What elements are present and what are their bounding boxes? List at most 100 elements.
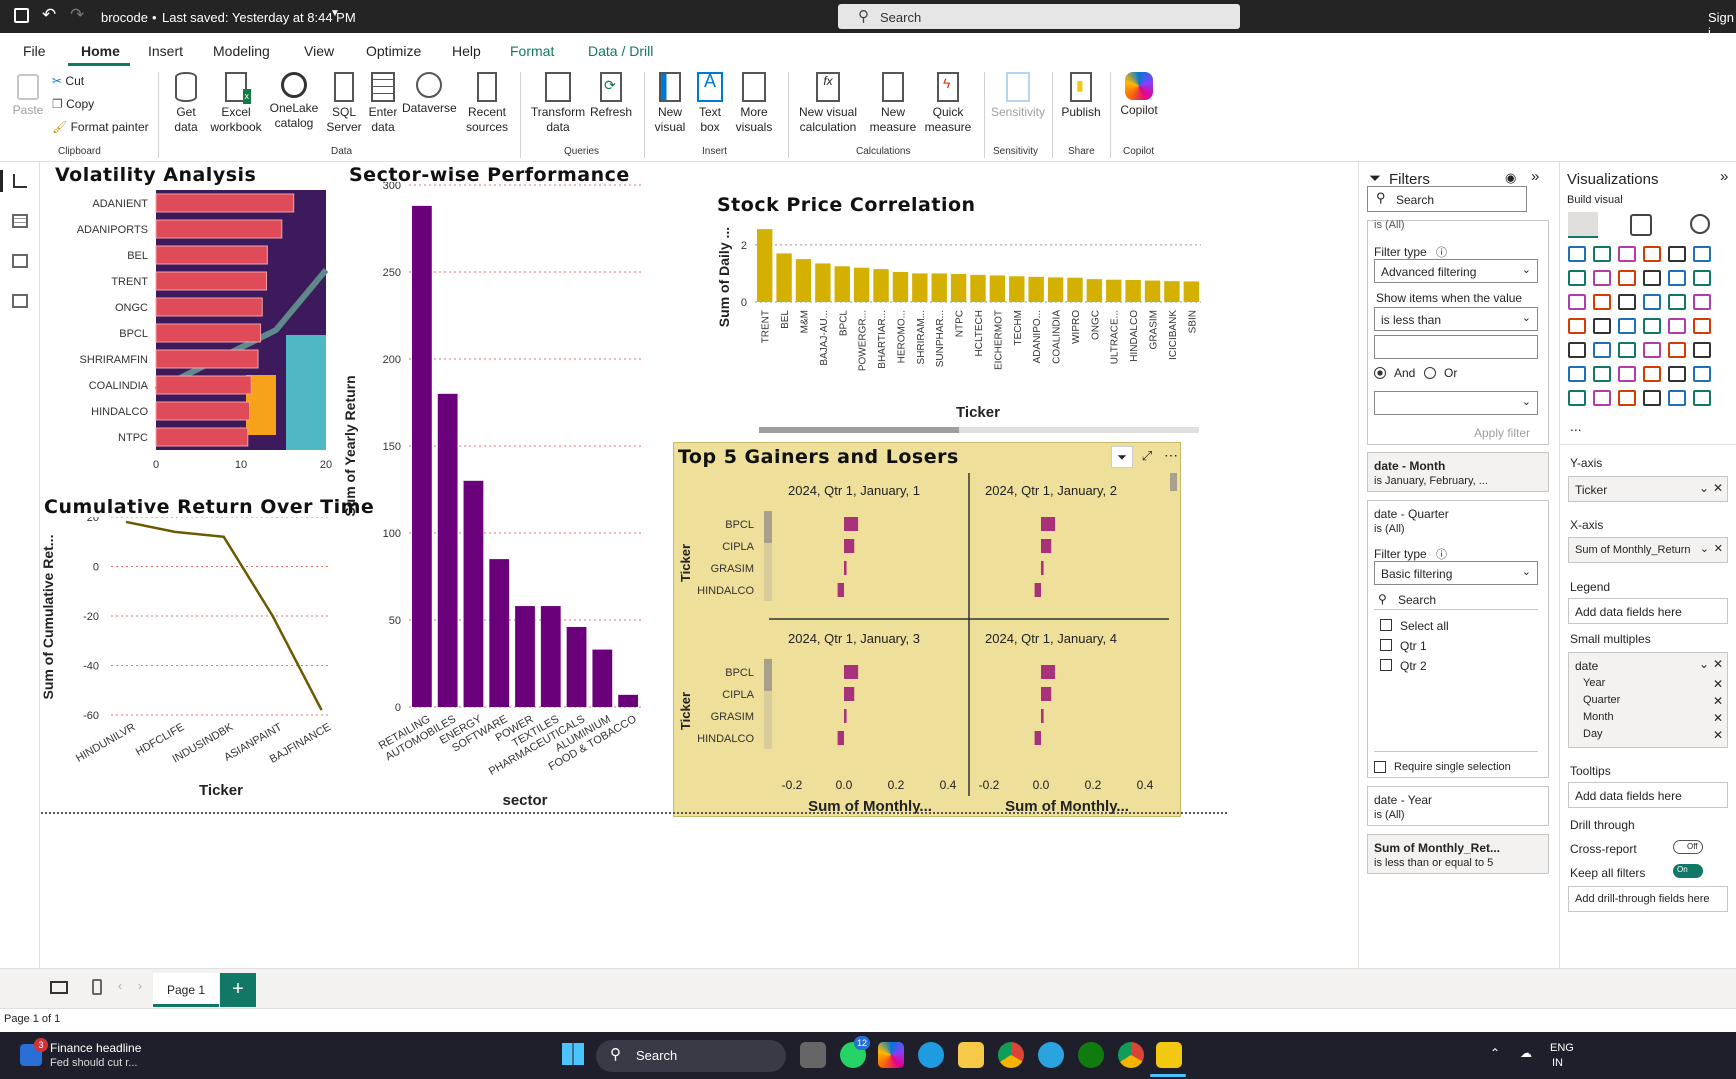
add-page-button[interactable]: + xyxy=(220,973,256,1007)
publish-button[interactable]: ▮ Publish xyxy=(1058,72,1104,120)
filter-card-month[interactable]: date - Month is January, February, ... xyxy=(1367,452,1549,492)
desktop-layout-icon[interactable] xyxy=(50,981,68,994)
expand-icon[interactable]: » xyxy=(1720,168,1728,185)
require-single-checkbox[interactable] xyxy=(1374,761,1386,773)
new-visual-button[interactable]: New visual xyxy=(650,72,690,135)
condition-select[interactable]: is less than ⌄ xyxy=(1374,307,1538,331)
visual-type-icon[interactable] xyxy=(1593,318,1611,334)
visual-type-icon[interactable] xyxy=(1693,246,1711,262)
second-condition-select[interactable]: ⌄ xyxy=(1374,391,1538,415)
visual-type-icon[interactable] xyxy=(1693,270,1711,286)
new-visual-calculation-button[interactable]: fx New visual calculation xyxy=(796,72,860,135)
and-radio[interactable] xyxy=(1374,367,1386,379)
visual-type-icon[interactable] xyxy=(1618,294,1636,310)
visual-type-icon[interactable] xyxy=(1593,246,1611,262)
report-view-icon[interactable] xyxy=(0,170,3,192)
onelake-catalog-button[interactable]: OneLake catalog xyxy=(268,72,320,131)
cross-report-toggle[interactable]: Off xyxy=(1673,840,1703,854)
copilot-button[interactable]: Copilot xyxy=(1116,72,1162,118)
tab-optimize[interactable]: Optimize xyxy=(366,43,421,59)
small-multiples-well[interactable]: date ⌄ ✕ Year ✕ Quarter ✕ Month ✕ Day ✕ xyxy=(1568,652,1728,748)
visual-type-icon[interactable] xyxy=(1643,342,1661,358)
visual-type-icon[interactable] xyxy=(1668,318,1686,334)
chrome-profile-icon[interactable] xyxy=(1118,1042,1144,1068)
filter-card-year[interactable]: date - Year is (All) xyxy=(1367,786,1549,826)
page-tab-page1[interactable]: Page 1 xyxy=(153,973,219,1007)
xbox-icon[interactable] xyxy=(1078,1042,1104,1068)
visual-type-icon[interactable] xyxy=(1668,342,1686,358)
tab-data-drill[interactable]: Data / Drill xyxy=(588,43,653,59)
visual-type-icon[interactable] xyxy=(1618,318,1636,334)
volatility-chart[interactable]: ADANIENT ADANIPORTS BEL TRENT ONGC BPCL SHRIRA… xyxy=(41,190,341,480)
filter-type-select[interactable]: Advanced filtering ⌄ xyxy=(1374,259,1538,283)
power-bi-icon[interactable] xyxy=(1156,1042,1182,1068)
visual-type-icon[interactable] xyxy=(1618,366,1636,382)
cut-button[interactable]: ✂ Cut xyxy=(52,74,84,88)
visual-type-icon[interactable] xyxy=(1618,270,1636,286)
tab-modeling[interactable]: Modeling xyxy=(213,43,270,59)
paste-button[interactable]: Paste xyxy=(10,74,46,118)
visual-type-icon[interactable] xyxy=(1668,366,1686,382)
filter-card-quarter[interactable]: date - Quarter is (All) Filter type ⓘ Ba… xyxy=(1367,500,1549,778)
tab-file[interactable]: File xyxy=(23,43,46,59)
correlation-chart[interactable]: 0 2 TRENT BEL M&M BAJAJ-AU... BPCL POWERGR... BH… xyxy=(671,217,1271,447)
search-input[interactable]: ⚲ Search xyxy=(838,4,1240,29)
chevron-down-icon[interactable]: ▼ xyxy=(330,8,340,19)
qtr2-checkbox[interactable] xyxy=(1380,659,1392,671)
taskbar-search[interactable]: ⚲ Search xyxy=(596,1040,786,1072)
focus-mode-icon[interactable]: ⤢ xyxy=(1136,446,1158,468)
more-visuals-button[interactable]: More visuals xyxy=(730,72,778,135)
visual-type-icon[interactable] xyxy=(1568,366,1586,382)
visual-type-icon[interactable] xyxy=(1693,390,1711,406)
visual-type-icon[interactable] xyxy=(1643,246,1661,262)
filter-card-sum-top[interactable]: is (All) Filter type ⓘ Advanced filterin… xyxy=(1367,219,1549,445)
tab-home[interactable]: Home xyxy=(81,43,120,59)
chrome-icon[interactable] xyxy=(998,1042,1024,1068)
filter-icon[interactable]: ⏷ xyxy=(1111,446,1133,468)
apply-filter-button[interactable]: Apply filter xyxy=(1474,426,1530,440)
format-painter-button[interactable]: 🖌 Format painter xyxy=(52,120,149,134)
close-icon[interactable]: ✕ xyxy=(1713,694,1723,708)
visual-type-icon[interactable] xyxy=(1618,246,1636,262)
enter-data-button[interactable]: Enter data xyxy=(366,72,400,135)
visual-type-icon[interactable] xyxy=(1568,318,1586,334)
undo-icon[interactable]: ↶ xyxy=(42,5,56,25)
saved-status[interactable]: Last saved: Yesterday at 8:44 PM xyxy=(162,10,356,25)
task-view-icon[interactable] xyxy=(800,1042,826,1068)
visual-type-icon[interactable] xyxy=(1643,390,1661,406)
visual-type-icon[interactable] xyxy=(1593,366,1611,382)
build-visual-icon[interactable] xyxy=(1568,212,1598,238)
visual-type-icon[interactable] xyxy=(1668,390,1686,406)
more-options-icon[interactable]: ⋯ xyxy=(1160,446,1182,468)
get-data-button[interactable]: Get data xyxy=(166,72,206,135)
visual-type-icon[interactable] xyxy=(1693,366,1711,382)
visual-type-icon[interactable] xyxy=(1568,294,1586,310)
text-box-button[interactable]: A Text box xyxy=(692,72,728,135)
copy-button[interactable]: ❐ Copy xyxy=(52,97,94,111)
edge-icon[interactable] xyxy=(918,1042,944,1068)
quarter-filter-type-select[interactable]: Basic filtering ⌄ xyxy=(1374,561,1538,585)
visual-type-icon[interactable] xyxy=(1643,294,1661,310)
refresh-button[interactable]: ⟳ Refresh xyxy=(588,72,634,120)
cumulative-chart[interactable]: 200-20-40-60HINDUNILVRHDFCLIFEINDUSINDBK… xyxy=(41,517,341,817)
network-icon[interactable]: ☁ xyxy=(1520,1046,1532,1060)
visual-type-icon[interactable] xyxy=(1693,318,1711,334)
tray-chevron-icon[interactable]: ⌃ xyxy=(1490,1046,1500,1060)
visual-type-icon[interactable] xyxy=(1618,342,1636,358)
dax-query-icon[interactable] xyxy=(12,294,28,308)
format-visual-icon[interactable] xyxy=(1630,214,1652,236)
quarter-search-input[interactable]: Search xyxy=(1398,593,1436,607)
close-icon[interactable]: ✕ xyxy=(1713,657,1723,671)
filter-search-input[interactable]: ⚲ Search xyxy=(1367,186,1527,212)
table-view-icon[interactable] xyxy=(12,214,28,228)
recent-sources-button[interactable]: Recent sources xyxy=(462,72,512,135)
mobile-layout-icon[interactable] xyxy=(92,979,102,995)
excel-workbook-button[interactable]: x Excel workbook xyxy=(210,72,262,135)
quick-measure-button[interactable]: ϟ Quick measure xyxy=(922,72,974,135)
xaxis-field-well[interactable]: Sum of Monthly_Return ⌄ ✕ xyxy=(1568,537,1728,563)
visual-type-icon[interactable] xyxy=(1668,294,1686,310)
next-page-icon[interactable]: › xyxy=(138,979,142,993)
drill-through-well[interactable]: Add drill-through fields here xyxy=(1568,886,1728,912)
visual-type-icon[interactable] xyxy=(1568,342,1586,358)
or-radio[interactable] xyxy=(1424,367,1436,379)
